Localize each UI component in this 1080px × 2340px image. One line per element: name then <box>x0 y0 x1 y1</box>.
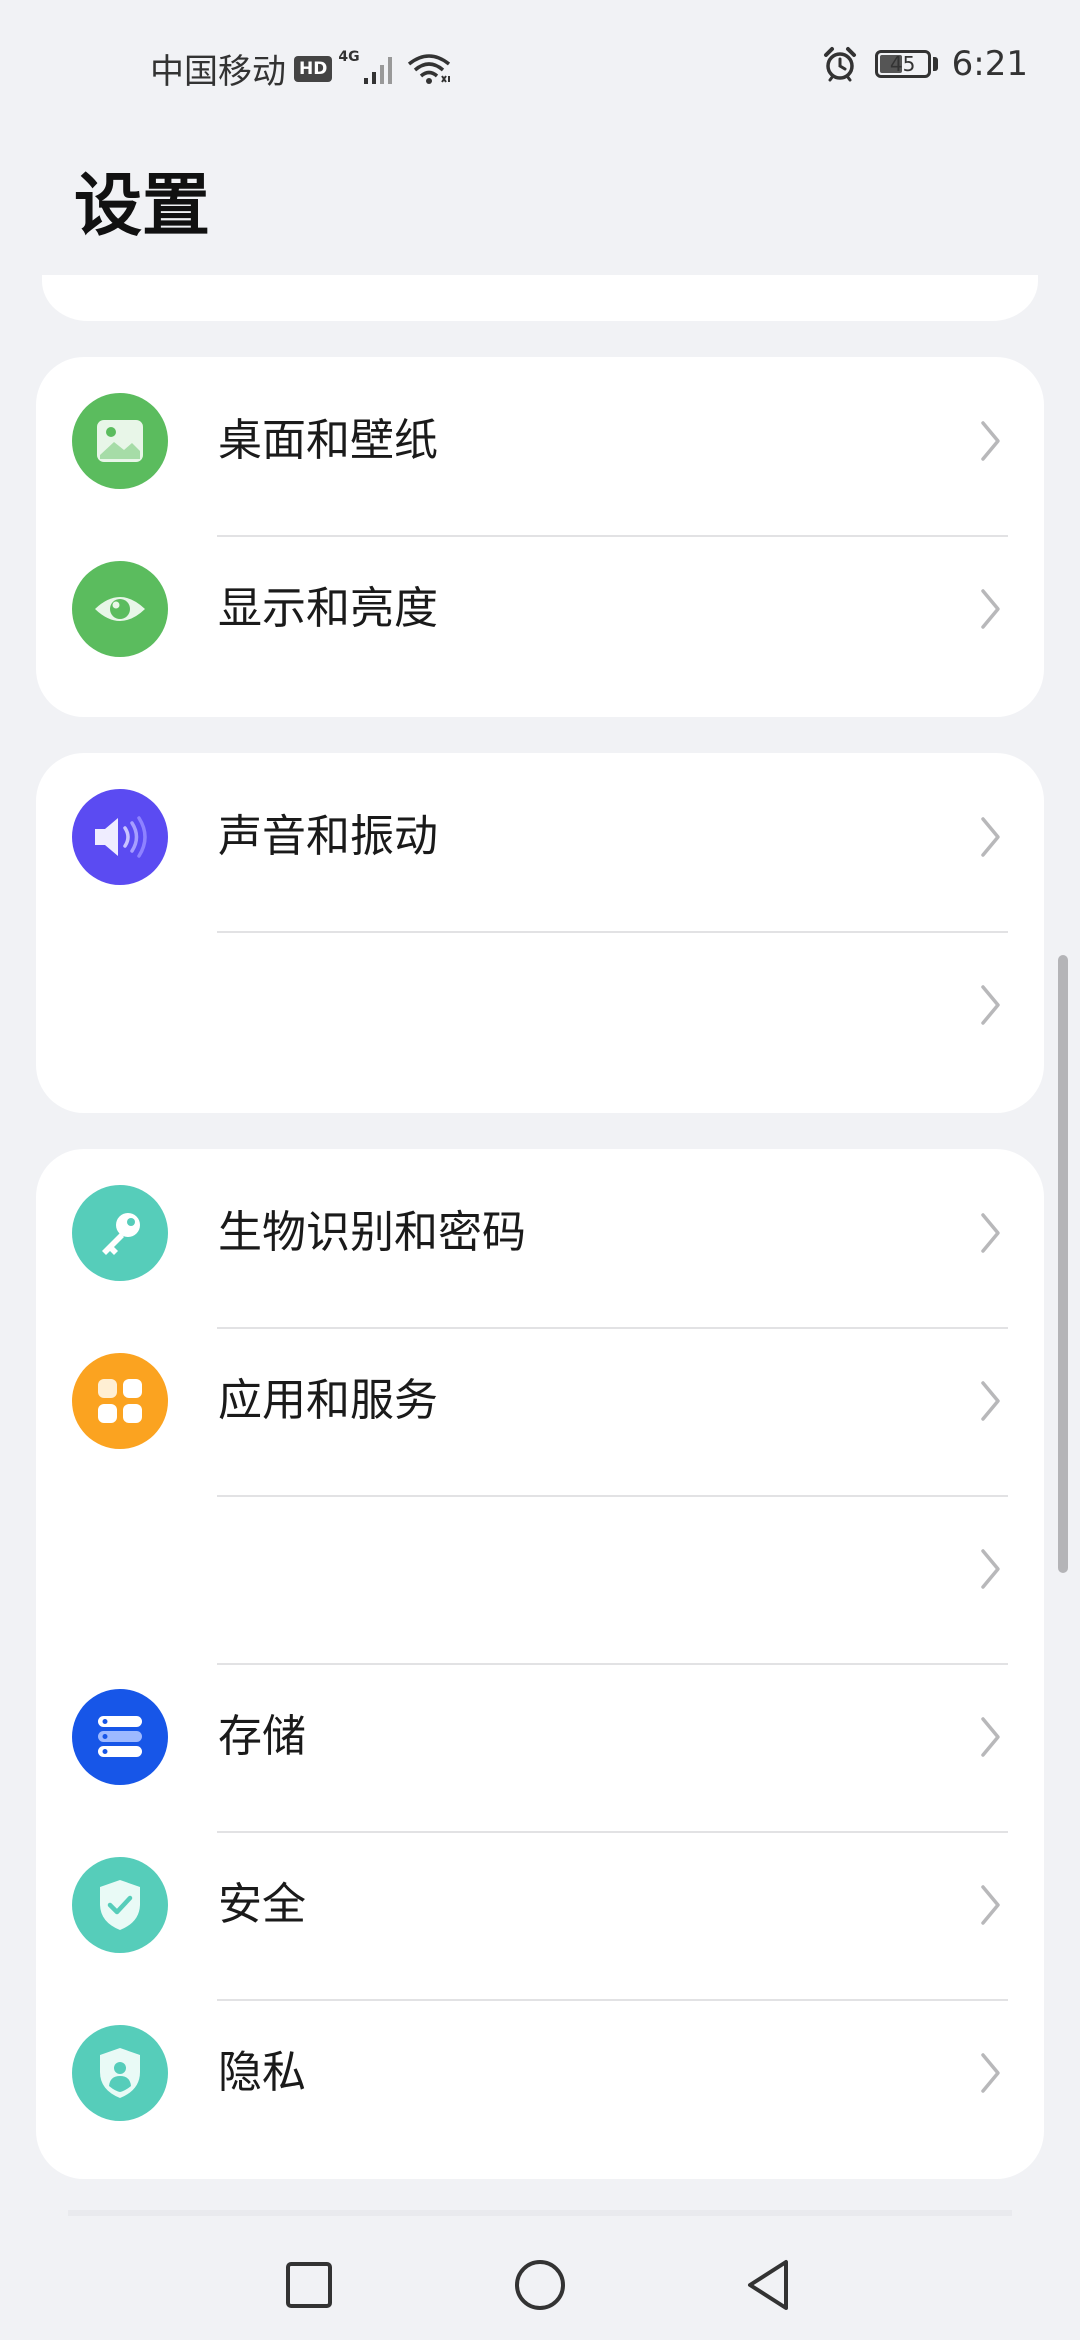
carrier-name: 中国移动 <box>150 52 286 92</box>
settings-group-sound: 声音和振动 <box>36 753 1044 1113</box>
settings-item-sound[interactable]: 声音和振动 <box>36 753 1044 921</box>
chevron-right-icon <box>981 1213 1000 1253</box>
chevron-right-icon <box>981 985 1000 1025</box>
carrier-info: 中国移动 HD 4G <box>150 44 452 93</box>
status-time: 6:21 <box>951 44 1028 84</box>
settings-item-label: 隐私 <box>218 2047 306 2098</box>
apps-grid-icon <box>72 1353 168 1449</box>
square-icon <box>286 2262 332 2308</box>
chevron-right-icon <box>981 1885 1000 1925</box>
chevron-right-icon <box>981 1717 1000 1757</box>
shield-check-icon <box>72 1857 168 1953</box>
settings-item-label: 安全 <box>218 1879 306 1930</box>
triangle-back-icon <box>748 2260 788 2310</box>
settings-item-unlabeled[interactable] <box>36 921 1044 1089</box>
speaker-icon <box>72 789 168 885</box>
scrolled-card-bottom <box>42 275 1038 321</box>
home-button[interactable] <box>505 2250 575 2320</box>
wallpaper-icon <box>72 393 168 489</box>
settings-item-label: 存储 <box>218 1711 306 1762</box>
chevron-right-icon <box>981 421 1000 461</box>
scrollbar[interactable] <box>1058 955 1068 1573</box>
eye-icon <box>72 561 168 657</box>
settings-group-system: 生物识别和密码 应用和服务 存储 安全 隐私 <box>36 1149 1044 2179</box>
settings-item-privacy[interactable]: 隐私 <box>36 1989 1044 2157</box>
settings-item-label: 生物识别和密码 <box>218 1207 526 1258</box>
system-navigation-bar <box>0 2210 1080 2340</box>
chevron-right-icon <box>981 1549 1000 1589</box>
settings-group-display: 桌面和壁纸 显示和亮度 <box>36 357 1044 717</box>
settings-item-apps[interactable]: 应用和服务 <box>36 1317 1044 1485</box>
settings-item-security[interactable]: 安全 <box>36 1821 1044 1989</box>
circle-icon <box>515 2260 565 2310</box>
settings-item-label: 应用和服务 <box>218 1375 438 1426</box>
status-bar: 中国移动 HD 4G 45 6:21 <box>0 0 1080 130</box>
privacy-shield-icon <box>72 2025 168 2121</box>
hd-badge: HD <box>294 55 333 82</box>
wifi-icon <box>407 53 450 84</box>
settings-item-label: 声音和振动 <box>218 811 438 862</box>
signal-icon <box>363 56 392 84</box>
chevron-right-icon <box>981 1381 1000 1421</box>
settings-item-biometrics[interactable]: 生物识别和密码 <box>36 1149 1044 1317</box>
settings-item-unlabeled[interactable] <box>36 1485 1044 1653</box>
battery-tip <box>932 57 938 71</box>
battery-level: 45 <box>889 52 916 76</box>
settings-item-storage[interactable]: 存储 <box>36 1653 1044 1821</box>
chevron-right-icon <box>981 817 1000 857</box>
battery-icon: 45 <box>874 50 931 78</box>
alarm-icon <box>823 47 856 82</box>
settings-item-display[interactable]: 显示和亮度 <box>36 525 1044 693</box>
back-button[interactable] <box>735 2250 805 2320</box>
storage-icon <box>72 1689 168 1785</box>
network-type: 4G <box>338 48 360 65</box>
settings-item-label: 桌面和壁纸 <box>218 415 438 466</box>
page-title: 设置 <box>74 167 211 246</box>
chevron-right-icon <box>981 2053 1000 2093</box>
chevron-right-icon <box>981 589 1000 629</box>
settings-item-label: 显示和亮度 <box>218 583 438 634</box>
key-icon <box>72 1185 168 1281</box>
recent-apps-button[interactable] <box>274 2250 344 2320</box>
settings-item-wallpaper[interactable]: 桌面和壁纸 <box>36 357 1044 525</box>
status-right-cluster: 45 6:21 <box>821 44 1028 84</box>
